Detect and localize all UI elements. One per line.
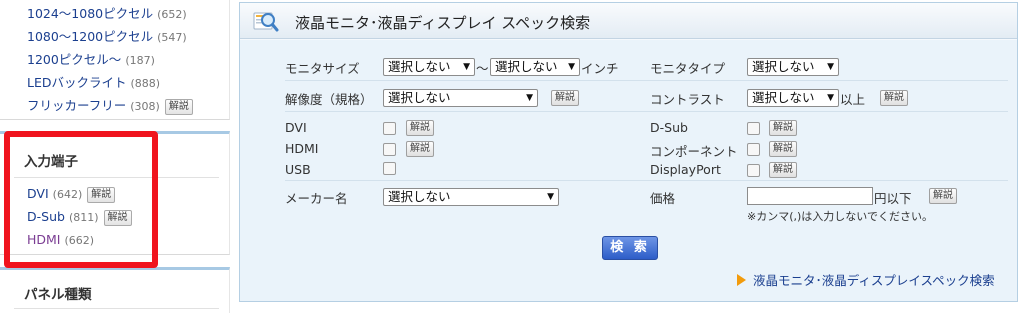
resolution-select[interactable]: 選択しない ▼ bbox=[383, 89, 538, 107]
sidebar-item-1080-1200[interactable]: 1080〜1200ピクセル (547) bbox=[27, 26, 187, 45]
contrast-select[interactable]: 選択しない ▼ bbox=[747, 89, 839, 107]
price-guide-button[interactable]: 解説 bbox=[929, 188, 957, 204]
contrast-guide-button[interactable]: 解説 bbox=[880, 90, 908, 106]
monitor-size-label: モニタサイズ bbox=[285, 61, 360, 76]
dsub-label: D-Sub bbox=[650, 120, 688, 135]
magnifier-icon bbox=[253, 9, 279, 33]
inch-unit-label: インチ bbox=[581, 61, 619, 76]
arrow-right-icon bbox=[737, 274, 746, 286]
sidebar-resolution-list: 1024〜1080ピクセル (652) 1080〜1200ピクセル (547) 12… bbox=[0, 0, 230, 120]
dropdown-arrow-icon: ▼ bbox=[526, 93, 533, 103]
sidebar-item-1024-1080[interactable]: 1024〜1080ピクセル (652) bbox=[27, 3, 187, 22]
sidebar-item-1200-plus[interactable]: 1200ピクセル〜 (187) bbox=[27, 49, 155, 68]
displayport-checkbox[interactable] bbox=[747, 164, 760, 177]
row-divider bbox=[285, 111, 1008, 112]
sidebar-item-count: (187) bbox=[125, 54, 155, 67]
resolution-guide-button[interactable]: 解説 bbox=[551, 90, 579, 106]
row-divider bbox=[285, 180, 1008, 181]
select-value: 選択しない bbox=[388, 59, 451, 74]
contrast-label: コントラスト bbox=[650, 92, 725, 107]
sidebar-item-label[interactable]: LEDバックライト bbox=[27, 75, 127, 90]
hdmi-guide-button[interactable]: 解説 bbox=[406, 141, 434, 157]
component-label: コンポーネント bbox=[650, 144, 738, 159]
displayport-label: DisplayPort bbox=[650, 162, 721, 177]
select-value: 選択しない bbox=[388, 90, 451, 105]
price-unit-label: 円以下 bbox=[874, 191, 912, 206]
sidebar-item-count: (888) bbox=[130, 77, 161, 90]
dvi-checkbox[interactable] bbox=[383, 122, 396, 135]
spec-search-panel: 液晶モニタ･液晶ディスプレイ スペック検索 モニタサイズ 選択しない ▼ 〜 選択… bbox=[239, 2, 1018, 302]
spec-search-link[interactable]: 液晶モニタ･液晶ディスプレイスペック検索 bbox=[737, 270, 995, 289]
dropdown-arrow-icon: ▼ bbox=[568, 62, 575, 72]
search-form: モニタサイズ 選択しない ▼ 〜 選択しない ▼ インチ モニタタイプ 選択しない ▼… bbox=[240, 40, 1017, 301]
monitor-type-select[interactable]: 選択しない ▼ bbox=[747, 58, 839, 76]
panel-header: 液晶モニタ･液晶ディスプレイ スペック検索 bbox=[240, 3, 1017, 39]
monitor-size-from-select[interactable]: 選択しない ▼ bbox=[383, 58, 475, 76]
select-value: 選択しない bbox=[388, 189, 451, 204]
link-label[interactable]: 液晶モニタ･液晶ディスプレイスペック検索 bbox=[753, 273, 995, 288]
monitor-type-label: モニタタイプ bbox=[650, 61, 726, 76]
price-note: ※カンマ(,)は入力しないでください。 bbox=[747, 210, 933, 223]
usb-checkbox[interactable] bbox=[383, 162, 396, 175]
hdmi-label: HDMI bbox=[285, 141, 319, 156]
contrast-suffix: 以上 bbox=[840, 92, 866, 107]
component-guide-button[interactable]: 解説 bbox=[769, 141, 797, 157]
dropdown-arrow-icon: ▼ bbox=[463, 62, 470, 72]
panel-title: 液晶モニタ･液晶ディスプレイ スペック検索 bbox=[295, 14, 591, 32]
price-label: 価格 bbox=[650, 191, 676, 206]
sidebar-item-count: (652) bbox=[157, 8, 187, 21]
row-divider bbox=[285, 80, 1008, 81]
displayport-guide-button[interactable]: 解説 bbox=[769, 162, 797, 178]
sidebar-item-count: (308) bbox=[130, 100, 160, 113]
dsub-guide-button[interactable]: 解説 bbox=[769, 120, 797, 136]
resolution-label: 解像度（規格） bbox=[285, 92, 373, 107]
sidebar-item-label[interactable]: 1080〜1200ピクセル bbox=[27, 29, 153, 44]
sidebar-item-label[interactable]: 1024〜1080ピクセル bbox=[27, 6, 153, 21]
usb-label: USB bbox=[285, 162, 311, 177]
divider bbox=[14, 308, 219, 309]
dropdown-arrow-icon: ▼ bbox=[827, 93, 834, 103]
dvi-label: DVI bbox=[285, 120, 307, 135]
monitor-size-to-select[interactable]: 選択しない ▼ bbox=[490, 58, 580, 76]
hdmi-checkbox[interactable] bbox=[383, 143, 396, 156]
sidebar-item-led-backlight[interactable]: LEDバックライト (888) bbox=[27, 72, 160, 91]
sidebar-item-count: (547) bbox=[157, 31, 187, 44]
sidebar-item-label[interactable]: 1200ピクセル〜 bbox=[27, 52, 121, 67]
component-checkbox[interactable] bbox=[747, 143, 760, 156]
dvi-guide-button[interactable]: 解説 bbox=[406, 120, 434, 136]
sidebar-panel-type-section: パネル種類 bbox=[0, 267, 230, 313]
guide-button[interactable]: 解説 bbox=[164, 99, 193, 115]
dropdown-arrow-icon: ▼ bbox=[547, 192, 554, 202]
search-button[interactable]: 検 索 bbox=[602, 236, 658, 260]
dropdown-arrow-icon: ▼ bbox=[827, 62, 834, 72]
maker-select[interactable]: 選択しない ▼ bbox=[383, 188, 559, 206]
price-input[interactable] bbox=[747, 187, 873, 205]
select-value: 選択しない bbox=[495, 59, 558, 74]
section-title: パネル種類 bbox=[24, 287, 92, 303]
dsub-checkbox[interactable] bbox=[747, 122, 760, 135]
range-tilde: 〜 bbox=[476, 61, 489, 76]
red-highlight-box bbox=[4, 131, 158, 268]
select-value: 選択しない bbox=[752, 59, 815, 74]
sidebar-item-flicker-free[interactable]: フリッカーフリー (308) 解説 bbox=[27, 95, 193, 115]
select-value: 選択しない bbox=[752, 90, 815, 105]
sidebar-item-label[interactable]: フリッカーフリー bbox=[27, 98, 126, 113]
maker-label: メーカー名 bbox=[285, 191, 348, 206]
